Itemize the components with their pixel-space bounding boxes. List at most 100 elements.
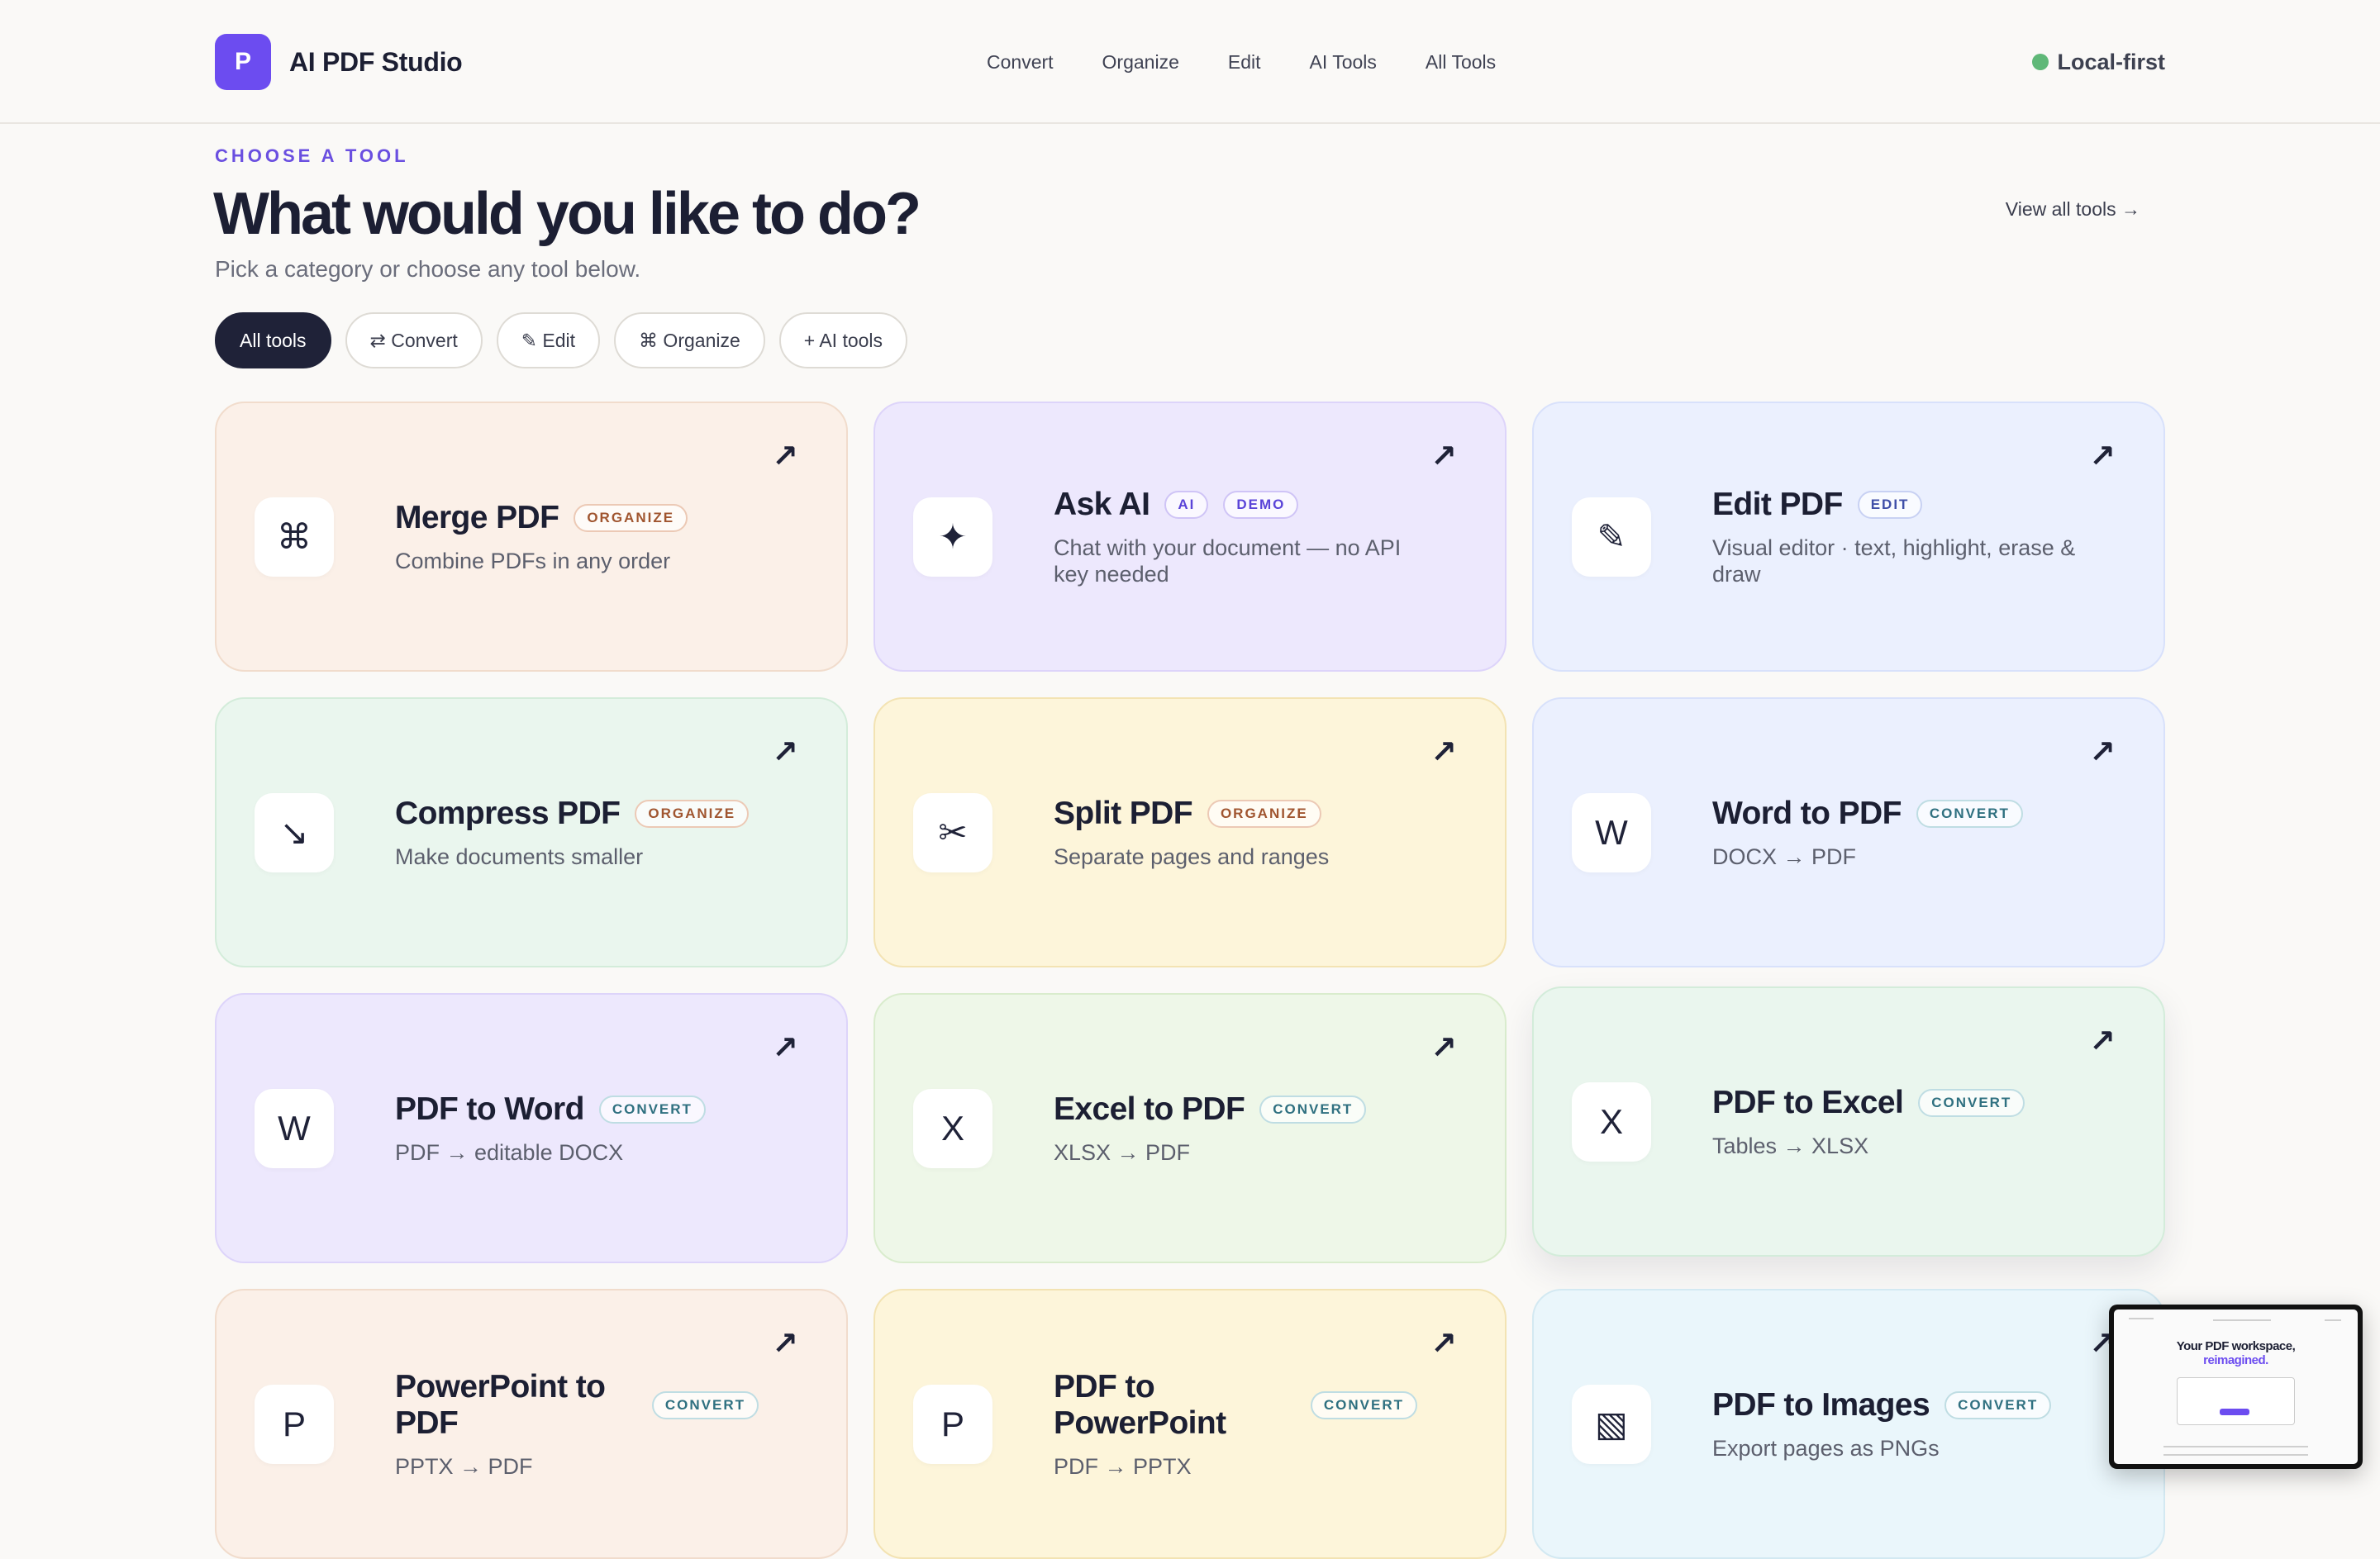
tool-card-pdf-to-word[interactable]: ↗ W PDF to Word CONVERT PDF → editable DOCX (215, 993, 848, 1263)
arrow-up-right-icon: ↗ (1430, 440, 1457, 474)
tool-title-row: Word to PDF CONVERT (1712, 796, 2023, 832)
tool-card-body: PDF to Images CONVERT Export pages as PNGs (1712, 1387, 2101, 1462)
page-title: What would you like to do? (213, 181, 921, 247)
tool-title-row: PDF to PowerPoint CONVERT (1054, 1369, 1417, 1442)
tool-title-row: Compress PDF ORGANIZE (395, 795, 750, 832)
nav-item-convert[interactable]: Convert (987, 46, 1054, 78)
tool-title: PDF to Images (1712, 1386, 1930, 1423)
preview-drop-zone (2177, 1377, 2295, 1425)
tool-description: XLSX → PDF (1054, 1139, 1191, 1165)
tool-description: PPTX → PDF (395, 1453, 533, 1479)
word-icon: W (1572, 792, 1651, 872)
tool-card-body: Compress PDF ORGANIZE Make documents small… (395, 796, 798, 870)
tool-card-body: PowerPoint to PDF CONVERT PPTX → PDF (395, 1369, 808, 1480)
tool-card-compress-pdf[interactable]: ↗ ↘ Compress PDF ORGANIZE Make documents sma… (215, 697, 848, 967)
excel-icon: X (913, 1088, 992, 1168)
tool-description: Visual editor · text, highlight, erase &… (1712, 535, 2076, 587)
tool-card-pdf-to-excel[interactable]: ↗ X PDF to Excel CONVERT Tables → XLSX (1532, 986, 2165, 1257)
scissors-icon: ✂ (913, 792, 992, 872)
tool-card-body: Edit PDF EDIT Visual editor · text, highli… (1712, 487, 2125, 587)
top-bar: P AI PDF Studio Convert Organize Edit AI… (0, 0, 2380, 124)
tool-title: Ask AI (1054, 486, 1150, 522)
category-badge: ORGANIZE (1207, 799, 1321, 828)
tool-card-body: Merge PDF ORGANIZE Combine PDFs in any ord… (395, 500, 737, 574)
tool-title: PowerPoint to PDF (395, 1368, 606, 1441)
category-badge: CONVERT (1918, 1088, 2025, 1117)
nav-item-edit[interactable]: Edit (1228, 46, 1261, 78)
category-badge: ORGANIZE (635, 799, 750, 828)
tool-title-row: Excel to PDF CONVERT (1054, 1091, 1367, 1128)
word-icon: W (255, 1088, 334, 1168)
tool-card-pdf-to-images[interactable]: ↗ ▧ PDF to Images CONVERT Export pages as PN… (1532, 1289, 2165, 1559)
arrow-up-right-icon: ↗ (1430, 735, 1457, 770)
arrow-up-right-icon: ↗ (772, 735, 798, 770)
page-preview-thumbnail[interactable]: Your PDF workspace, reimagined. (2109, 1305, 2363, 1469)
tool-card-body: PDF to Word CONVERT PDF → editable DOCX (395, 1091, 755, 1166)
tool-title-row: Split PDF ORGANIZE (1054, 796, 1329, 832)
status-label: Local-first (2057, 49, 2165, 74)
arrow-up-right-icon: ↗ (2089, 735, 2116, 770)
filter-organize[interactable]: ⌘ Organize (614, 312, 765, 368)
tool-title-row: Merge PDF ORGANIZE (395, 500, 688, 536)
status-dot-icon (2032, 54, 2049, 70)
preview-screen: Your PDF workspace, reimagined. (2114, 1309, 2358, 1464)
tool-card-ask-ai[interactable]: ↗ ✦ Ask AI AI DEMO Chat with your document — … (873, 402, 1507, 672)
tool-card-merge-pdf[interactable]: ↗ ⌘ Merge PDF ORGANIZE Combine PDFs in any o… (215, 402, 848, 672)
filter-all-tools[interactable]: All tools (215, 312, 331, 368)
tool-card-body: Excel to PDF CONVERT XLSX → PDF (1054, 1091, 1416, 1166)
tool-description: Separate pages and ranges (1054, 844, 1330, 869)
category-badge: DEMO (1223, 490, 1299, 519)
nav-item-organize[interactable]: Organize (1102, 46, 1179, 78)
tool-card-powerpoint-to-pdf[interactable]: ↗ P PowerPoint to PDF CONVERT PPTX → PDF (215, 1289, 848, 1559)
tool-card-pdf-to-powerpoint[interactable]: ↗ P PDF to PowerPoint CONVERT PDF → PPTX (873, 1289, 1507, 1559)
compress-icon: ↘ (255, 792, 334, 872)
arrow-up-right-icon: ↗ (772, 440, 798, 474)
filter-convert[interactable]: ⇄ Convert (345, 312, 483, 368)
tool-card-body: Word to PDF CONVERT DOCX → PDF (1712, 796, 2073, 870)
tool-card-body: PDF to PowerPoint CONVERT PDF → PPTX (1054, 1369, 1467, 1480)
tool-description: Tables → XLSX (1712, 1133, 1869, 1158)
tool-title-row: Edit PDF EDIT (1712, 487, 2076, 523)
tool-title-row: Ask AI AI DEMO (1054, 487, 1417, 523)
filter-edit[interactable]: ✎ Edit (496, 312, 601, 368)
tool-title: Split PDF (1054, 795, 1193, 831)
page-subtitle: Pick a category or choose any tool below… (215, 256, 641, 282)
tool-title: Compress PDF (395, 795, 621, 831)
tool-card-body: PDF to Excel CONVERT Tables → XLSX (1712, 1085, 2074, 1159)
tool-title: Merge PDF (395, 499, 559, 535)
tool-card-split-pdf[interactable]: ↗ ✂ Split PDF ORGANIZE Separate pages and ra… (873, 697, 1507, 967)
arrow-up-right-icon: ↗ (1430, 1031, 1457, 1066)
arrow-up-right-icon: ↗ (2089, 1024, 2116, 1059)
merge-icon: ⌘ (255, 497, 334, 577)
tool-title-row: PowerPoint to PDF CONVERT (395, 1369, 759, 1442)
arrow-up-right-icon: ↗ (772, 1327, 798, 1362)
category-badge: AI (1164, 490, 1209, 519)
excel-icon: X (1572, 1081, 1651, 1162)
tool-title: Excel to PDF (1054, 1091, 1245, 1127)
tool-title: PDF to Word (395, 1091, 584, 1127)
view-all-tools-link[interactable]: View all tools → (2006, 198, 2140, 221)
tool-description: Chat with your document — no API key nee… (1054, 535, 1402, 587)
category-badge: CONVERT (1259, 1095, 1367, 1124)
tool-grid: ↗ ⌘ Merge PDF ORGANIZE Combine PDFs in any o… (215, 402, 2165, 1559)
tool-title: Edit PDF (1712, 486, 1843, 522)
brand[interactable]: P AI PDF Studio (215, 34, 463, 90)
tool-title: PDF to Excel (1712, 1084, 1904, 1120)
tool-description: PDF → editable DOCX (395, 1139, 624, 1165)
tool-description: Combine PDFs in any order (395, 548, 671, 573)
tool-description: DOCX → PDF (1712, 844, 1857, 869)
tool-card-excel-to-pdf[interactable]: ↗ X Excel to PDF CONVERT XLSX → PDF (873, 993, 1507, 1263)
tool-card-edit-pdf[interactable]: ↗ ✎ Edit PDF EDIT Visual editor · text, high… (1532, 402, 2165, 672)
nav-item-all-tools[interactable]: All Tools (1426, 46, 1496, 78)
tool-card-body: Ask AI AI DEMO Chat with your document — no… (1054, 487, 1467, 587)
tool-title: Word to PDF (1712, 795, 1902, 831)
nav-item-ai-tools[interactable]: AI Tools (1310, 46, 1377, 78)
tool-description: PDF → PPTX (1054, 1453, 1192, 1479)
category-badge: ORGANIZE (574, 503, 688, 532)
tool-card-word-to-pdf[interactable]: ↗ W Word to PDF CONVERT DOCX → PDF (1532, 697, 2165, 967)
tool-description: Export pages as PNGs (1712, 1435, 1940, 1461)
tool-card-body: Split PDF ORGANIZE Separate pages and rang… (1054, 796, 1378, 870)
filter-ai-tools[interactable]: + AI tools (778, 312, 908, 368)
preview-title: Your PDF workspace, reimagined. (2176, 1339, 2296, 1367)
category-badge: CONVERT (651, 1390, 759, 1419)
